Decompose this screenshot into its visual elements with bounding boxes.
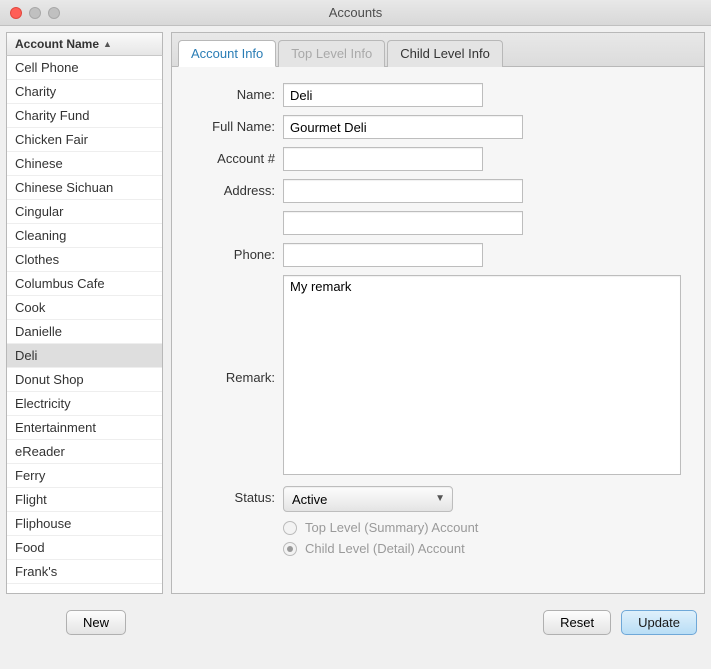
- traffic-lights: [0, 7, 60, 19]
- account-number-input[interactable]: [283, 147, 483, 171]
- list-item[interactable]: Donut Shop: [7, 368, 162, 392]
- new-button[interactable]: New: [66, 610, 126, 635]
- update-button[interactable]: Update: [621, 610, 697, 635]
- status-select[interactable]: Active: [283, 486, 453, 512]
- remark-textarea[interactable]: [283, 275, 681, 475]
- list-item[interactable]: Chinese Sichuan: [7, 176, 162, 200]
- phone-input[interactable]: [283, 243, 483, 267]
- list-item[interactable]: Danielle: [7, 320, 162, 344]
- phone-label: Phone:: [178, 243, 283, 262]
- list-item[interactable]: Cleaning: [7, 224, 162, 248]
- radio-top-level: [283, 521, 297, 535]
- list-item[interactable]: Flight: [7, 488, 162, 512]
- main-panel: Account InfoTop Level InfoChild Level In…: [171, 32, 705, 594]
- footer: New Reset Update: [0, 600, 711, 649]
- account-type-child-level: Child Level (Detail) Account: [283, 541, 690, 556]
- window-titlebar: Accounts: [0, 0, 711, 26]
- list-item[interactable]: Fliphouse: [7, 512, 162, 536]
- radio-child-level-label: Child Level (Detail) Account: [305, 541, 465, 556]
- name-label: Name:: [178, 83, 283, 102]
- close-window-button[interactable]: [10, 7, 22, 19]
- account-list-header[interactable]: Account Name ▲: [6, 32, 163, 56]
- list-item[interactable]: Deli: [7, 344, 162, 368]
- list-item[interactable]: eReader: [7, 440, 162, 464]
- list-item[interactable]: Chinese: [7, 152, 162, 176]
- list-item[interactable]: Ferry: [7, 464, 162, 488]
- account-type-top-level: Top Level (Summary) Account: [283, 520, 690, 535]
- address-line2-input[interactable]: [283, 211, 523, 235]
- minimize-window-button[interactable]: [29, 7, 41, 19]
- full-name-input[interactable]: [283, 115, 523, 139]
- list-item[interactable]: Food: [7, 536, 162, 560]
- list-item[interactable]: Clothes: [7, 248, 162, 272]
- accounts-sidebar: Account Name ▲ Cell PhoneCharityCharity …: [6, 32, 163, 594]
- tab-account-info[interactable]: Account Info: [178, 40, 276, 67]
- list-item[interactable]: Charity Fund: [7, 104, 162, 128]
- list-item[interactable]: Cingular: [7, 200, 162, 224]
- list-item[interactable]: Cell Phone: [7, 56, 162, 80]
- account-list-header-label: Account Name: [15, 37, 99, 51]
- list-item[interactable]: Electricity: [7, 392, 162, 416]
- account-number-label: Account #: [178, 147, 283, 166]
- sort-ascending-icon: ▲: [103, 39, 112, 49]
- list-item[interactable]: Chicken Fair: [7, 128, 162, 152]
- status-label: Status:: [178, 486, 283, 505]
- list-item[interactable]: Charity: [7, 80, 162, 104]
- full-name-label: Full Name:: [178, 115, 283, 134]
- window-title: Accounts: [0, 5, 711, 20]
- name-input[interactable]: [283, 83, 483, 107]
- tab-child-level-info[interactable]: Child Level Info: [387, 40, 503, 67]
- tabs-bar: Account InfoTop Level InfoChild Level In…: [171, 32, 705, 67]
- remark-label: Remark:: [178, 275, 283, 385]
- list-item[interactable]: Entertainment: [7, 416, 162, 440]
- address-line1-input[interactable]: [283, 179, 523, 203]
- list-item[interactable]: Columbus Cafe: [7, 272, 162, 296]
- account-info-panel: Name: Full Name: Account # Address: Phon: [171, 67, 705, 594]
- radio-child-level: [283, 542, 297, 556]
- list-item[interactable]: Frank's: [7, 560, 162, 584]
- tab-top-level-info: Top Level Info: [278, 40, 385, 67]
- zoom-window-button[interactable]: [48, 7, 60, 19]
- list-item[interactable]: Cook: [7, 296, 162, 320]
- radio-top-level-label: Top Level (Summary) Account: [305, 520, 478, 535]
- address-label: Address:: [178, 179, 283, 198]
- reset-button[interactable]: Reset: [543, 610, 611, 635]
- account-list[interactable]: Cell PhoneCharityCharity FundChicken Fai…: [6, 56, 163, 594]
